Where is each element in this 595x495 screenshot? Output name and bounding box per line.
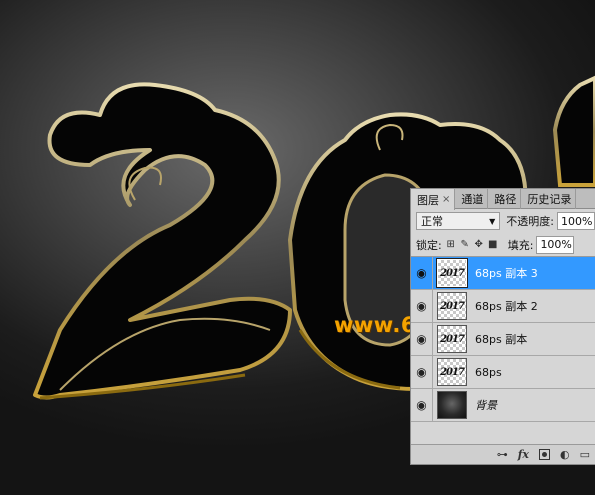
fill-input[interactable]: 100% — [536, 235, 575, 254]
layer-thumbnail: 2017 — [437, 358, 467, 386]
layer-name: 68ps 副本 3 — [475, 267, 538, 280]
fx-icon[interactable]: fx — [518, 448, 529, 461]
transparency-lock-icon[interactable]: ⊞ — [446, 239, 456, 250]
eye-icon: ◉ — [416, 332, 427, 346]
layer-name: 68ps 副本 2 — [475, 300, 538, 313]
thumbnail-art: 2017 — [440, 333, 465, 345]
lock-fill-row: 锁定: ⊞ ✎ ✥ ■ 填充: 100% — [411, 233, 595, 257]
layer-thumbnail: 2017 — [437, 292, 467, 320]
layer-row[interactable]: ◉ 2017 68ps 副本 — [411, 322, 595, 356]
folder-icon[interactable]: ▭ — [580, 448, 590, 461]
layer-list: ◉ 2017 68ps 副本 3 ◉ 2017 68ps 副本 2 ◉ 2017… — [411, 256, 595, 422]
opacity-label: 不透明度: — [506, 215, 554, 228]
fill-label: 填充: — [507, 238, 534, 252]
close-icon[interactable]: × — [442, 194, 450, 205]
lock-icons: ⊞ ✎ ✥ ■ — [446, 239, 498, 250]
glyph-two — [33, 82, 292, 400]
visibility-toggle[interactable]: ◉ — [411, 289, 433, 323]
visibility-toggle[interactable]: ◉ — [411, 388, 433, 422]
adjustment-icon[interactable]: ◐ — [560, 448, 570, 461]
blend-opacity-row: 正常 ▼ 不透明度: 100% — [411, 209, 595, 233]
link-icon[interactable]: ⊶ — [497, 448, 508, 461]
visibility-toggle[interactable]: ◉ — [411, 322, 433, 356]
eye-icon: ◉ — [416, 266, 427, 280]
layer-thumbnail — [437, 391, 467, 419]
visibility-toggle[interactable]: ◉ — [411, 355, 433, 389]
move-lock-icon[interactable]: ✥ — [474, 239, 484, 250]
layer-name: 68ps 副本 — [475, 333, 528, 346]
blend-mode-value: 正常 — [421, 215, 443, 228]
brush-lock-icon[interactable]: ✎ — [460, 239, 470, 250]
layer-name: 68ps — [475, 365, 502, 379]
tab-label: 历史记录 — [527, 193, 572, 206]
glyph-one-partial — [552, 75, 595, 187]
eye-icon: ◉ — [416, 365, 427, 379]
tab-history[interactable]: 历史记录 — [521, 189, 577, 209]
thumbnail-art: 2017 — [440, 267, 465, 279]
padlock-icon[interactable]: ■ — [488, 239, 498, 250]
mask-icon[interactable] — [538, 449, 550, 460]
layer-thumbnail: 2017 — [436, 258, 468, 288]
tab-channels[interactable]: 通道 — [455, 189, 489, 209]
layer-thumbnail: 2017 — [437, 325, 467, 353]
layer-row[interactable]: ◉ 2017 68ps 副本 2 — [411, 289, 595, 323]
panel-bottom-bar: ⊶ fx ◐ ▭ — [411, 444, 595, 464]
visibility-toggle[interactable]: ◉ — [411, 256, 433, 290]
tab-layers[interactable]: 图层 × — [411, 189, 456, 210]
layers-panel: 图层 × 通道 路径 历史记录 正常 ▼ 不透明度: 100% 锁定: ⊞ ✎ … — [410, 188, 595, 465]
tab-paths[interactable]: 路径 — [488, 189, 522, 209]
lock-label: 锁定: — [416, 238, 442, 252]
blend-mode-select[interactable]: 正常 ▼ — [416, 212, 501, 230]
tab-label: 路径 — [494, 193, 517, 206]
layer-row[interactable]: ◉ 2017 68ps 副本 3 — [411, 256, 595, 290]
layer-row-background[interactable]: ◉ 背景 — [411, 388, 595, 422]
panel-tabs: 图层 × 通道 路径 历史记录 — [411, 189, 595, 210]
tab-label: 图层 — [417, 193, 439, 207]
eye-icon: ◉ — [416, 398, 427, 412]
eye-icon: ◉ — [416, 299, 427, 313]
layer-row[interactable]: ◉ 2017 68ps — [411, 355, 595, 389]
thumbnail-art: 2017 — [440, 300, 465, 312]
tab-label: 通道 — [461, 193, 484, 206]
thumbnail-art: 2017 — [440, 366, 465, 378]
layer-name: 背景 — [475, 399, 497, 412]
opacity-input[interactable]: 100% — [557, 212, 595, 230]
chevron-down-icon: ▼ — [489, 216, 496, 226]
